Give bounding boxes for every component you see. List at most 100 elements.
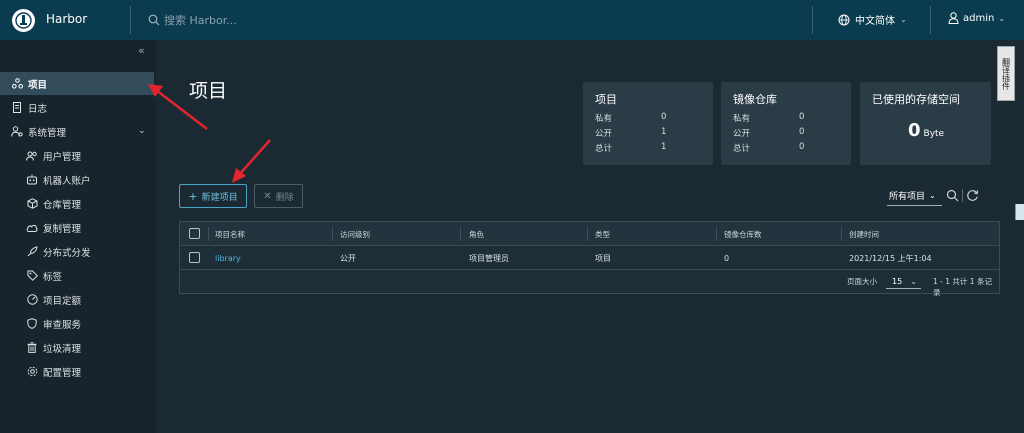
projects-table: 项目名称 访问级别 角色 类型 镜像仓库数 创建时间 library 公开 项目… (179, 221, 1000, 298)
sidebar-item-label: 日志 (28, 103, 48, 115)
new-project-button[interactable]: + 新建项目 (179, 184, 247, 208)
storage-number: 0 (908, 120, 921, 141)
sidebar-item-label: 标签 (43, 271, 63, 283)
summary-row: 私有 0 (733, 112, 833, 124)
annotation-arrow-new-project (232, 139, 271, 183)
summary-label: 私有 (733, 114, 751, 124)
collapse-sidebar-icon[interactable]: « (138, 44, 145, 57)
robot-icon (25, 173, 39, 187)
refresh-icon[interactable] (966, 189, 979, 202)
column-header-created[interactable]: 创建时间 (849, 222, 879, 246)
column-separator (332, 227, 333, 241)
summary-label: 私有 (595, 114, 613, 124)
sidebar-item-label: 用户管理 (43, 151, 82, 163)
user-menu[interactable]: admin ⌄ (948, 12, 1005, 24)
users-icon (25, 149, 39, 163)
sidebar-item-quotas[interactable]: 项目定额 (0, 288, 154, 311)
column-separator (208, 227, 209, 241)
registry-icon (25, 197, 39, 211)
language-selector[interactable]: 中文简体 ⌄ (838, 12, 907, 27)
sidebar-item-projects[interactable]: 项目 (0, 72, 154, 95)
column-separator (460, 227, 461, 241)
select-all-checkbox[interactable] (189, 228, 200, 239)
search-input[interactable]: 搜索 Harbor... (148, 12, 237, 28)
gear-icon (25, 365, 39, 379)
sidebar: « 项目 日志 系统管理 ⌄ 用户管理 机器人账户 仓库管理 复制管理 分布式分… (0, 40, 156, 433)
summary-row: 公开 1 (595, 127, 695, 139)
page-size-label: 页面大小 (847, 277, 877, 286)
distribution-icon (25, 245, 39, 259)
access-level-cell: 公开 (340, 253, 356, 263)
trash-icon (25, 341, 39, 355)
harbor-app: Harbor 搜索 Harbor... 中文简体 ⌄ admin ⌄ « 项目 … (0, 0, 1024, 433)
repo-count-cell: 0 (724, 253, 730, 263)
delete-button[interactable]: ✕ 删除 (254, 184, 303, 208)
repositories-summary-card: 镜像仓库 私有 0 公开 0 总计 0 (721, 82, 851, 165)
table-row[interactable]: library 公开 项目管理员 项目 0 2021/12/15 上午1:04 (180, 246, 999, 270)
filter-label: 所有项目 (889, 192, 926, 202)
project-name-link[interactable]: library (215, 246, 241, 270)
chevron-down-icon: ⌄ (929, 191, 936, 200)
role-cell: 项目管理员 (469, 253, 509, 263)
sidebar-item-labels[interactable]: 标签 (0, 264, 154, 287)
project-icon (10, 77, 24, 91)
column-header-access[interactable]: 访问级别 (340, 222, 370, 246)
globe-icon (838, 14, 850, 25)
summary-value: 1 (661, 142, 667, 152)
column-header-role[interactable]: 角色 (469, 222, 484, 246)
delete-label: 删除 (275, 192, 294, 203)
top-header: Harbor 搜索 Harbor... 中文简体 ⌄ admin ⌄ (0, 0, 1024, 40)
sidebar-item-label: 审查服务 (43, 319, 82, 331)
column-header-name[interactable]: 项目名称 (215, 222, 245, 246)
search-icon (148, 14, 160, 26)
plus-icon: + (188, 189, 198, 203)
summary-row: 私有 0 (595, 112, 695, 124)
sidebar-item-users[interactable]: 用户管理 (0, 144, 154, 167)
table-footer: 页面大小 15 ⌄ 1 - 1 共计 1 条记录 (180, 270, 999, 298)
card-title: 镜像仓库 (733, 93, 777, 106)
chevron-down-icon: ⌄ (910, 276, 917, 286)
column-separator (587, 227, 588, 241)
sidebar-item-admin[interactable]: 系统管理 ⌄ (0, 120, 154, 143)
sidebar-item-interrogation[interactable]: 审查服务 (0, 312, 154, 335)
search-icon[interactable] (946, 189, 959, 202)
column-header-repo-count[interactable]: 镜像仓库数 (724, 222, 762, 246)
summary-label: 总计 (733, 144, 751, 154)
username: admin (963, 12, 995, 24)
sidebar-item-distribution[interactable]: 分布式分发 (0, 240, 154, 263)
sidebar-item-label: 系统管理 (28, 127, 67, 139)
storage-unit: Byte (923, 129, 945, 139)
sidebar-item-replication[interactable]: 复制管理 (0, 216, 154, 239)
summary-value: 0 (799, 127, 805, 137)
project-filter-select[interactable]: 所有项目 ⌄ (889, 189, 936, 202)
sidebar-item-label: 项目 (28, 79, 48, 91)
summary-value: 0 (661, 112, 667, 122)
page-size-value: 15 (892, 276, 903, 286)
projects-summary-card: 项目 私有 0 公开 1 总计 1 (583, 82, 713, 165)
column-separator (841, 227, 842, 241)
summary-value: 1 (661, 127, 667, 137)
row-checkbox[interactable] (189, 252, 200, 263)
sidebar-item-robots[interactable]: 机器人账户 (0, 168, 154, 191)
header-divider (812, 6, 813, 34)
page-size-select[interactable]: 15 ⌄ (886, 274, 921, 289)
harbor-logo-icon[interactable] (12, 9, 35, 32)
sidebar-item-gc[interactable]: 垃圾清理 (0, 336, 154, 359)
card-title: 已使用的存储空间 (872, 93, 960, 106)
translate-plugin-tab[interactable]: 翻译插件 (997, 46, 1015, 101)
sidebar-item-configuration[interactable]: 配置管理 (0, 360, 154, 383)
sidebar-item-label: 分布式分发 (43, 247, 91, 259)
sidebar-item-registries[interactable]: 仓库管理 (0, 192, 154, 215)
sidebar-item-logs[interactable]: 日志 (0, 96, 154, 119)
edge-widget (1015, 204, 1024, 220)
summary-value: 0 (799, 142, 805, 152)
column-header-type[interactable]: 类型 (595, 222, 610, 246)
language-label: 中文简体 (855, 16, 895, 27)
sidebar-item-label: 项目定额 (43, 295, 82, 307)
header-divider (130, 6, 131, 34)
chevron-down-icon: ⌄ (998, 13, 1006, 23)
type-cell: 项目 (595, 253, 611, 263)
summary-value: 0 (799, 112, 805, 122)
sidebar-item-label: 复制管理 (43, 223, 82, 235)
brand-name[interactable]: Harbor (46, 12, 87, 26)
